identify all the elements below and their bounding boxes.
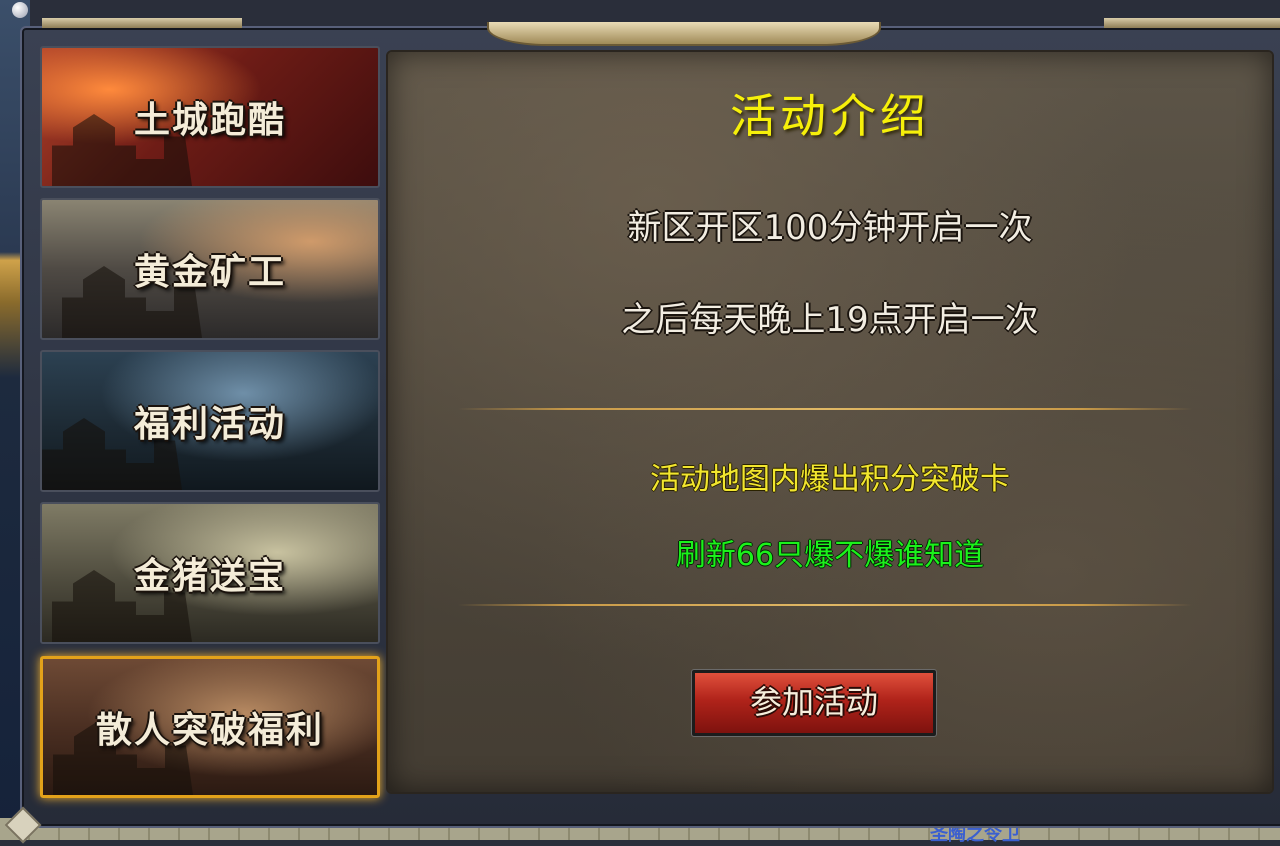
- tab-label: 土城跑酷: [133, 100, 286, 141]
- frame-ornament-right: [1104, 18, 1280, 28]
- reward-info-text: 活动地图内爆出积分突破卡: [650, 462, 1010, 497]
- schedule-line-2: 之后每天晚上19点开启一次: [621, 300, 1039, 340]
- tab-solo-breakthrough-welfare[interactable]: 散人突破福利: [40, 656, 380, 798]
- tab-label: 金猪送宝: [133, 556, 286, 597]
- activity-intro-panel: 活动介绍 新区开区100分钟开启一次 之后每天晚上19点开启一次 活动地图内爆出…: [386, 50, 1274, 794]
- divider-bottom: [458, 604, 1192, 606]
- join-activity-button[interactable]: 参加活动: [691, 669, 937, 737]
- pin-icon: [12, 2, 28, 18]
- tab-tucheng-parkour[interactable]: 土城跑酷: [40, 46, 380, 188]
- divider-top: [458, 408, 1192, 410]
- frame-ornament-left: [42, 18, 242, 28]
- frame-ornament-top: [487, 22, 881, 46]
- activity-tab-list: 土城跑酷 黄金矿工 福利活动 金猪送宝 散人突破福利: [38, 44, 382, 804]
- refresh-info-text: 刷新66只爆不爆谁知道: [675, 538, 985, 573]
- tab-label: 福利活动: [133, 404, 286, 445]
- tab-golden-pig-treasure[interactable]: 金猪送宝: [40, 502, 380, 644]
- tab-gold-miner[interactable]: 黄金矿工: [40, 198, 380, 340]
- tab-welfare-activity[interactable]: 福利活动: [40, 350, 380, 492]
- panel-title: 活动介绍: [730, 89, 930, 143]
- schedule-line-1: 新区开区100分钟开启一次: [627, 208, 1033, 248]
- tab-label: 黄金矿工: [133, 252, 286, 293]
- tab-label: 散人突破福利: [95, 710, 324, 751]
